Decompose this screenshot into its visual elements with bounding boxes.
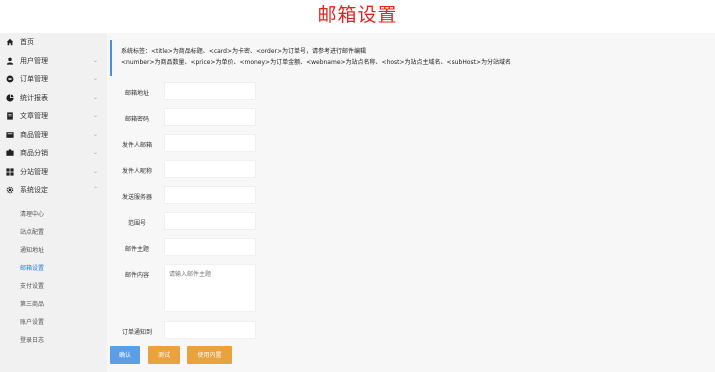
email-password-input[interactable] (164, 108, 256, 126)
email-content-textarea[interactable] (164, 264, 256, 312)
sidebar-item-label: 用户管理 (20, 56, 48, 65)
tag-hint-line-2: <number>为商品数量、<price>为单价、<money>为订单金额、<w… (121, 59, 512, 66)
sidebar-item-distribution[interactable]: 商品分销 ⌄ (0, 144, 107, 162)
confirm-button[interactable]: 确认 (110, 346, 140, 364)
chart-icon (6, 93, 14, 102)
user-icon (6, 57, 14, 65)
sidebar-item-articles[interactable]: 文章管理 ⌄ (0, 107, 107, 125)
sidebar-item-label: 商品分销 (20, 149, 48, 157)
sidebar: 首页 用户管理 ⌄ 订单管理 ⌄ 统计报表 ⌄ 文章管理 ⌄ 商品管理 ⌄ 商品… (0, 33, 107, 372)
email-password-label: 邮箱密码 (124, 116, 149, 123)
sidebar-item-label: 统计报表 (20, 93, 48, 102)
sidebar-subitem-payment[interactable]: 支付设置 (20, 279, 100, 295)
sidebar-item-substations[interactable]: 分站管理 ⌄ (0, 163, 107, 181)
order-notify-input[interactable] (164, 321, 256, 339)
sidebar-subitem-login-log[interactable]: 登录日志 (20, 333, 100, 349)
sidebar-subitem-notify-address[interactable]: 通知地址 (20, 243, 100, 259)
sidebar-item-label: 系统设定 (20, 186, 48, 194)
tag-hint-box: 系统标签：<title>为商品标题、<card>为卡密、<order>为订单号，… (110, 40, 712, 76)
gear-icon (6, 186, 14, 194)
sidebar-item-label: 首页 (20, 38, 34, 46)
email-address-label: 邮箱地址 (124, 90, 149, 97)
product-icon (6, 131, 14, 138)
sidebar-subitem-third-party[interactable]: 第三商品 (20, 297, 100, 313)
order-notify-label: 订单通知到 (121, 329, 152, 336)
sidebar-item-stats[interactable]: 统计报表 ⌄ (0, 89, 107, 107)
chevron-down-icon: ⌄ (93, 167, 99, 175)
email-subject-label: 邮件主题 (124, 246, 149, 253)
sidebar-item-label: 订单管理 (20, 75, 48, 83)
sidebar-subitem-account[interactable]: 账户设置 (20, 315, 100, 331)
sidebar-item-label: 商品管理 (20, 130, 48, 139)
chevron-down-icon: ⌄ (93, 112, 99, 119)
sidebar-item-products[interactable]: 商品管理 ⌄ (0, 126, 107, 144)
sender-nickname-input[interactable] (164, 160, 256, 178)
sidebar-item-home[interactable]: 首页 (0, 33, 107, 51)
sender-email-label: 发件人邮箱 (121, 142, 152, 149)
home-icon (6, 38, 14, 46)
chevron-down-icon: ⌄ (93, 56, 99, 64)
email-subject-input[interactable] (164, 238, 256, 256)
sidebar-subitem-cleanup[interactable]: 清理中心 (20, 207, 100, 223)
chevron-down-icon: ⌄ (93, 149, 99, 156)
sidebar-subitem-email-settings[interactable]: 邮箱设置 (20, 261, 100, 277)
port-input[interactable] (164, 212, 256, 230)
smtp-server-input[interactable] (164, 186, 256, 204)
port-label: 范围号 (127, 220, 146, 227)
chevron-down-icon: ⌄ (93, 130, 99, 138)
email-content-label: 邮件内容 (124, 272, 149, 279)
chevron-up-icon: ⌃ (93, 186, 99, 193)
sender-email-input[interactable] (164, 134, 256, 152)
sidebar-item-label: 文章管理 (20, 112, 48, 120)
sidebar-item-users[interactable]: 用户管理 ⌄ (0, 52, 107, 70)
sender-nickname-label: 发件人昵称 (121, 168, 152, 175)
tag-hint-line-1: 系统标签：<title>为商品标题、<card>为卡密、<order>为订单号，… (121, 48, 367, 55)
chevron-down-icon: ⌄ (93, 75, 99, 82)
sidebar-subitem-site-config[interactable]: 站点配置 (20, 225, 100, 241)
test-button[interactable]: 测试 (148, 346, 180, 364)
article-icon (7, 112, 13, 120)
chevron-down-icon: ⌄ (93, 93, 99, 101)
distribution-icon (6, 149, 14, 156)
sidebar-item-system[interactable]: 系统设定 ⌃ (0, 181, 107, 199)
use-builtin-button[interactable]: 使用内置 (187, 346, 232, 364)
order-icon (6, 75, 14, 83)
sidebar-item-label: 分站管理 (20, 167, 48, 176)
substation-icon (6, 167, 14, 176)
sidebar-item-orders[interactable]: 订单管理 ⌄ (0, 70, 107, 88)
email-address-input[interactable] (164, 82, 256, 100)
page-title: 邮箱设置 (317, 4, 398, 26)
smtp-server-label: 发送服务器 (121, 194, 152, 201)
